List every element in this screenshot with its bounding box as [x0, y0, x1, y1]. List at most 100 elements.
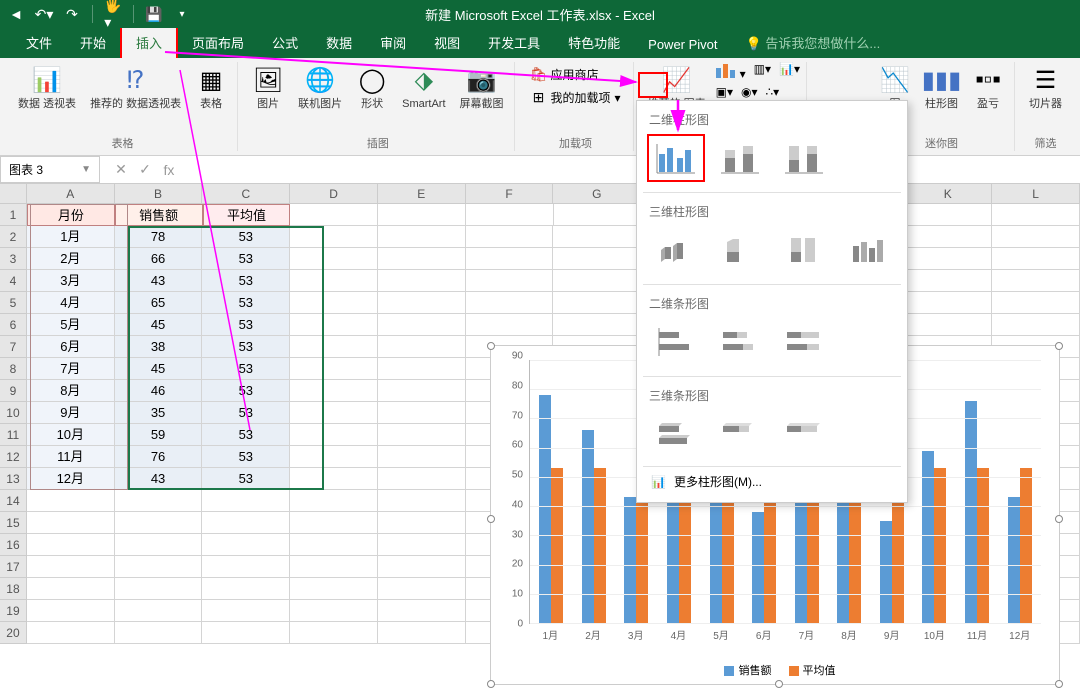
recommended-pivot-button[interactable]: ⁉推荐的 数据透视表 [86, 62, 185, 113]
pictures-button[interactable]: 🖼图片 [248, 62, 288, 113]
scatter-chart-icon[interactable]: ∴▾ [766, 85, 780, 99]
cell[interactable] [378, 314, 466, 336]
row-header[interactable]: 13 [0, 468, 27, 490]
cell[interactable] [202, 490, 290, 512]
cell[interactable] [115, 578, 203, 600]
cell[interactable]: 53 [202, 468, 290, 490]
tab-review[interactable]: 审阅 [366, 27, 420, 58]
cell[interactable]: 8月 [27, 380, 115, 402]
cell[interactable] [290, 336, 378, 358]
cell[interactable] [553, 270, 641, 292]
bar-chart-button[interactable]: ▥▾ [754, 62, 771, 81]
cell[interactable] [115, 534, 203, 556]
cell[interactable] [378, 512, 466, 534]
row-header[interactable]: 7 [0, 336, 27, 358]
row-header[interactable]: 3 [0, 248, 27, 270]
cell[interactable] [378, 270, 466, 292]
cell[interactable] [904, 248, 992, 270]
cell[interactable]: 平均值 [203, 204, 291, 226]
row-header[interactable]: 14 [0, 490, 27, 512]
cell[interactable] [290, 468, 378, 490]
cell[interactable] [115, 490, 203, 512]
statistic-chart-icon[interactable]: ◉▾ [741, 85, 758, 99]
tab-formulas[interactable]: 公式 [258, 27, 312, 58]
cell[interactable]: 46 [115, 380, 203, 402]
cell[interactable]: 销售额 [115, 204, 203, 226]
cell[interactable]: 45 [115, 314, 203, 336]
cell[interactable] [290, 424, 378, 446]
cell[interactable] [378, 204, 466, 226]
cell[interactable] [115, 512, 203, 534]
cell[interactable] [553, 314, 641, 336]
cell[interactable] [290, 380, 378, 402]
cell[interactable]: 53 [202, 248, 290, 270]
save-icon[interactable]: 💾 [146, 6, 162, 22]
cell[interactable]: 53 [202, 336, 290, 358]
pivot-table-button[interactable]: 📊数据 透视表 [14, 62, 80, 113]
cell[interactable] [27, 600, 115, 622]
select-all-corner[interactable] [0, 184, 27, 204]
cell[interactable] [378, 358, 466, 380]
cell[interactable] [905, 204, 993, 226]
cell[interactable] [378, 292, 466, 314]
cell[interactable] [466, 248, 554, 270]
cell[interactable]: 38 [115, 336, 203, 358]
cell[interactable] [290, 270, 378, 292]
cell[interactable] [992, 204, 1080, 226]
cell[interactable] [202, 556, 290, 578]
cell[interactable]: 12月 [27, 468, 115, 490]
cell[interactable]: 59 [115, 424, 203, 446]
cell[interactable] [378, 622, 466, 644]
cell[interactable] [553, 292, 641, 314]
undo-icon[interactable]: ↶▾ [36, 6, 52, 22]
tab-insert[interactable]: 插入 [120, 25, 178, 60]
cell[interactable]: 4月 [27, 292, 115, 314]
cell[interactable] [378, 534, 466, 556]
cell[interactable]: 1月 [27, 226, 115, 248]
cell[interactable] [290, 446, 378, 468]
row-header[interactable]: 8 [0, 358, 27, 380]
column-header[interactable]: F [466, 184, 554, 204]
cell[interactable] [27, 534, 115, 556]
cell[interactable] [290, 556, 378, 578]
row-header[interactable]: 6 [0, 314, 27, 336]
cell[interactable]: 35 [115, 402, 203, 424]
chart-legend[interactable]: 销售额 平均值 [501, 656, 1045, 678]
back-icon[interactable]: ◄ [8, 6, 24, 22]
cell[interactable] [378, 336, 466, 358]
3d-100-stacked-bar-option[interactable] [775, 410, 833, 458]
tab-page-layout[interactable]: 页面布局 [178, 27, 258, 58]
cell[interactable] [202, 600, 290, 622]
cell[interactable] [992, 292, 1080, 314]
cell[interactable] [290, 292, 378, 314]
cell[interactable] [290, 490, 378, 512]
cell[interactable] [202, 534, 290, 556]
column-header[interactable]: K [904, 184, 992, 204]
tab-view[interactable]: 视图 [420, 27, 474, 58]
column-header[interactable]: E [378, 184, 466, 204]
cell[interactable] [466, 226, 554, 248]
cell[interactable] [378, 556, 466, 578]
cell[interactable] [290, 578, 378, 600]
cancel-formula-icon[interactable]: ✕ [112, 161, 130, 178]
table-button[interactable]: ▦表格 [191, 62, 231, 113]
tab-file[interactable]: 文件 [12, 27, 66, 58]
column-header[interactable]: B [115, 184, 203, 204]
cell[interactable] [378, 468, 466, 490]
cell[interactable] [202, 578, 290, 600]
cell[interactable]: 10月 [27, 424, 115, 446]
cell[interactable] [466, 292, 554, 314]
cell[interactable] [290, 600, 378, 622]
cell[interactable]: 53 [202, 314, 290, 336]
cell[interactable] [202, 512, 290, 534]
cell[interactable]: 2月 [27, 248, 115, 270]
row-header[interactable]: 11 [0, 424, 27, 446]
cell[interactable] [553, 248, 641, 270]
cell[interactable] [378, 248, 466, 270]
clustered-column-option[interactable] [647, 134, 705, 182]
row-header[interactable]: 5 [0, 292, 27, 314]
cell[interactable]: 53 [202, 226, 290, 248]
cell[interactable]: 53 [202, 270, 290, 292]
cell[interactable] [992, 226, 1080, 248]
my-addins-button[interactable]: ⊞我的加载项 ▾ [525, 87, 627, 108]
